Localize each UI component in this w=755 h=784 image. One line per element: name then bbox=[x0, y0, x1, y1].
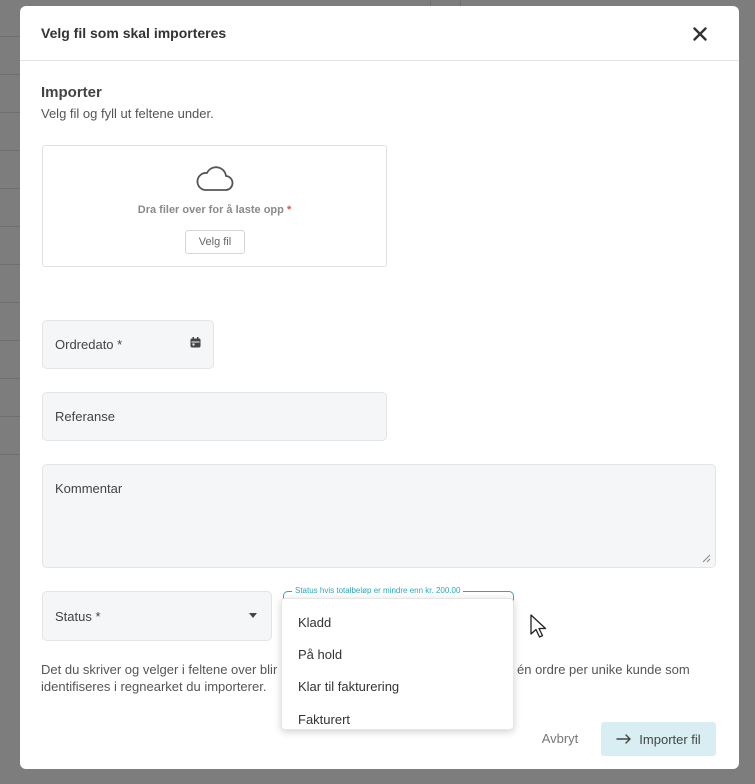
dropdown-option[interactable]: Fakturert bbox=[298, 712, 350, 727]
close-icon bbox=[693, 27, 707, 41]
section-subtitle: Velg fil og fyll ut feltene under. bbox=[41, 106, 214, 121]
comment-field[interactable]: Kommentar bbox=[42, 464, 716, 568]
choose-file-button[interactable]: Velg fil bbox=[185, 230, 245, 254]
bg-divider bbox=[0, 188, 20, 189]
close-button[interactable] bbox=[689, 23, 711, 45]
status-dropdown-menu: Kladd På hold Klar til fakturering Faktu… bbox=[281, 598, 514, 730]
calendar-icon[interactable] bbox=[190, 337, 201, 348]
bg-divider bbox=[0, 302, 20, 303]
bg-divider bbox=[0, 36, 20, 37]
import-file-button[interactable]: Importer fil bbox=[601, 722, 716, 756]
info-text-right: én ordre per unike kunde som bbox=[517, 662, 690, 677]
status-below-total-label: Status hvis totalbeløp er mindre enn kr.… bbox=[292, 586, 464, 595]
modal-header: Velg fil som skal importeres bbox=[20, 6, 739, 61]
bg-divider bbox=[0, 454, 20, 455]
bg-divider bbox=[0, 340, 20, 341]
dropdown-option[interactable]: På hold bbox=[298, 647, 342, 662]
cloud-icon bbox=[196, 166, 234, 191]
arrow-right-icon bbox=[616, 734, 631, 744]
order-date-label: Ordredato * bbox=[55, 337, 123, 352]
info-text-left: Det du skriver og velger i feltene over … bbox=[41, 662, 278, 677]
bg-divider bbox=[0, 226, 20, 227]
cancel-button[interactable]: Avbryt bbox=[525, 722, 595, 754]
bg-divider bbox=[0, 150, 20, 151]
comment-label: Kommentar bbox=[55, 481, 123, 496]
status-select[interactable]: Status * bbox=[42, 591, 272, 641]
dropdown-option[interactable]: Kladd bbox=[298, 615, 331, 630]
drop-text-label: Dra filer over for å laste opp bbox=[137, 204, 284, 216]
info-text-line2: identifiseres i regnearket du importerer… bbox=[41, 679, 267, 694]
modal-title: Velg fil som skal importeres bbox=[41, 25, 227, 41]
drop-text: Dra filer over for å laste opp * bbox=[43, 204, 386, 216]
dropdown-option[interactable]: Klar til fakturering bbox=[298, 679, 399, 694]
bg-divider bbox=[0, 264, 20, 265]
order-date-field[interactable]: Ordredato * bbox=[42, 320, 214, 369]
status-label: Status * bbox=[55, 609, 101, 624]
bg-divider bbox=[0, 378, 20, 379]
file-dropzone[interactable]: Dra filer over for å laste opp * Velg fi… bbox=[42, 145, 387, 267]
reference-label: Referanse bbox=[55, 409, 115, 424]
section-title: Importer bbox=[41, 84, 102, 101]
reference-field[interactable]: Referanse bbox=[42, 392, 387, 441]
bg-divider bbox=[0, 416, 20, 417]
resize-grip-icon[interactable] bbox=[702, 554, 711, 563]
import-file-label: Importer fil bbox=[639, 731, 701, 747]
chevron-down-icon bbox=[249, 613, 257, 618]
bg-divider bbox=[0, 74, 20, 75]
mouse-cursor-icon bbox=[530, 614, 547, 638]
bg-divider bbox=[0, 112, 20, 113]
required-mark: * bbox=[286, 204, 292, 216]
import-modal: Velg fil som skal importeres Importer Ve… bbox=[20, 6, 739, 769]
